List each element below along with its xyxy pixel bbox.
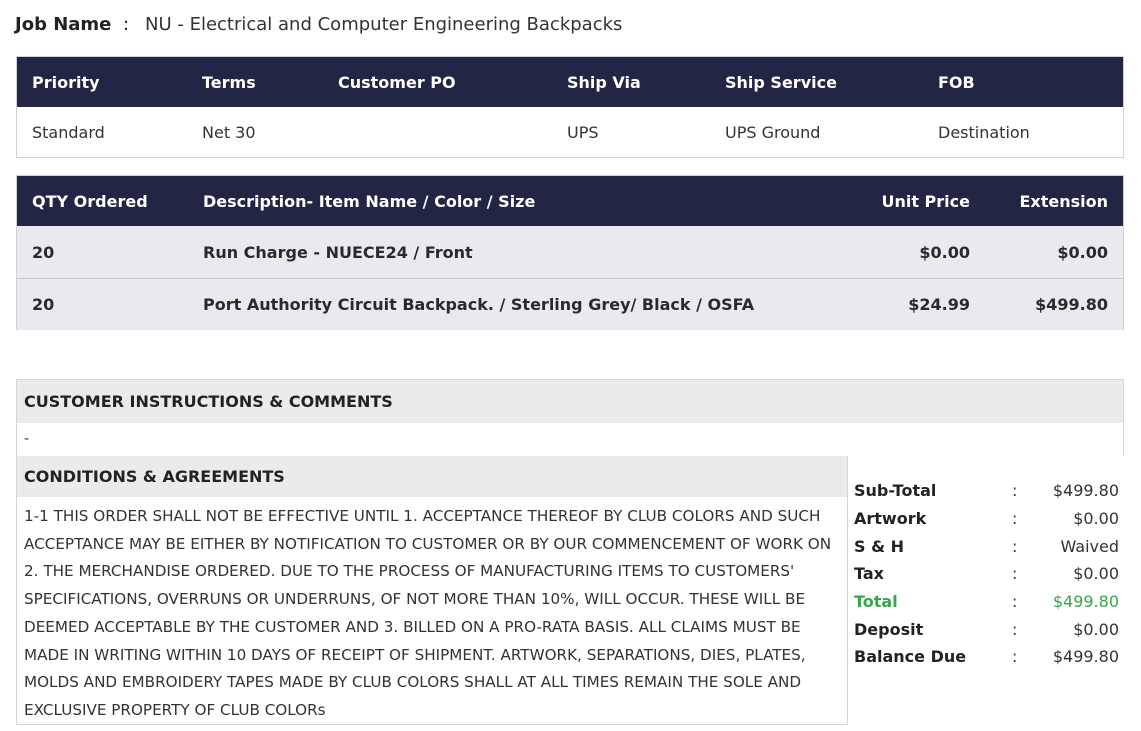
item-unit-price: $0.00 <box>919 242 970 262</box>
artwork-row: Artwork : $0.00 <box>854 504 1119 532</box>
instructions-and-conditions-panel: CUSTOMER INSTRUCTIONS & COMMENTS - CONDI… <box>16 379 1124 725</box>
total-row: Total : $499.80 <box>854 587 1119 615</box>
balance-due-row: Balance Due : $499.80 <box>854 642 1119 670</box>
deposit-colon: : <box>1012 619 1018 639</box>
conditions-text: 1-1 THIS ORDER SHALL NOT BE EFFECTIVE UN… <box>24 507 832 719</box>
conditions-title: CONDITIONS & AGREEMENTS <box>17 456 847 497</box>
item-description: Port Authority Circuit Backpack. / Sterl… <box>203 295 755 314</box>
item-description: Run Charge - NUECE24 / Front <box>203 242 473 262</box>
item-extension: $0.00 <box>1057 242 1108 262</box>
shipping-handling-row: S & H : Waived <box>854 532 1119 560</box>
shipping-handling-value: Waived <box>1060 536 1119 556</box>
artwork-value: $0.00 <box>1073 508 1119 528</box>
shipping-handling-label: S & H <box>854 536 905 556</box>
header-extension: Extension <box>1019 191 1108 211</box>
header-terms: Terms <box>202 72 256 92</box>
ship-via-value: UPS <box>567 122 599 142</box>
job-name-value: NU - Electrical and Computer Engineering… <box>145 14 623 35</box>
subtotal-row: Sub-Total : $499.80 <box>854 476 1119 504</box>
header-priority: Priority <box>32 72 100 92</box>
item-extension: $499.80 <box>1035 295 1108 314</box>
tax-label: Tax <box>854 563 884 583</box>
header-ship-via: Ship Via <box>567 72 641 92</box>
priority-value: Standard <box>32 122 105 142</box>
terms-value: Net 30 <box>202 122 256 142</box>
order-info-header-row: Priority Terms Customer PO Ship Via Ship… <box>17 57 1123 107</box>
tax-colon: : <box>1012 563 1018 583</box>
balance-due-colon: : <box>1012 646 1018 666</box>
deposit-value: $0.00 <box>1073 619 1119 639</box>
customer-instructions-title: CUSTOMER INSTRUCTIONS & COMMENTS <box>17 380 1123 423</box>
header-customer-po: Customer PO <box>338 72 456 92</box>
header-fob: FOB <box>938 72 975 92</box>
deposit-row: Deposit : $0.00 <box>854 615 1119 643</box>
totals-panel: Sub-Total : $499.80 Artwork : $0.00 S & … <box>847 456 1124 725</box>
table-row: 20 Run Charge - NUECE24 / Front $0.00 $0… <box>17 226 1123 278</box>
total-label: Total <box>854 591 898 611</box>
line-items-table: QTY Ordered Description- Item Name / Col… <box>16 175 1124 330</box>
tax-value: $0.00 <box>1073 563 1119 583</box>
total-value: $499.80 <box>1052 591 1119 611</box>
fob-value: Destination <box>938 122 1030 142</box>
table-row: 20 Port Authority Circuit Backpack. / St… <box>17 278 1123 330</box>
header-ship-service: Ship Service <box>725 72 837 92</box>
line-items-header-row: QTY Ordered Description- Item Name / Col… <box>17 176 1123 226</box>
subtotal-colon: : <box>1012 480 1018 500</box>
subtotal-label: Sub-Total <box>854 480 937 500</box>
item-unit-price: $24.99 <box>908 295 970 314</box>
order-info-table: Priority Terms Customer PO Ship Via Ship… <box>16 56 1124 158</box>
shipping-handling-colon: : <box>1012 536 1018 556</box>
item-qty: 20 <box>32 295 55 314</box>
header-qty-ordered: QTY Ordered <box>32 191 148 211</box>
artwork-label: Artwork <box>854 508 927 528</box>
header-description: Description- Item Name / Color / Size <box>203 191 536 211</box>
job-name-colon: : <box>123 14 130 35</box>
ship-service-value: UPS Ground <box>725 122 821 142</box>
job-name-line: Job Name : NU - Electrical and Computer … <box>15 12 622 38</box>
artwork-colon: : <box>1012 508 1018 528</box>
tax-row: Tax : $0.00 <box>854 559 1119 587</box>
header-unit-price: Unit Price <box>881 191 970 211</box>
customer-instructions-body: - <box>24 431 30 447</box>
item-qty: 20 <box>32 242 55 262</box>
balance-due-label: Balance Due <box>854 646 967 666</box>
total-colon: : <box>1012 591 1018 611</box>
subtotal-value: $499.80 <box>1052 480 1119 500</box>
balance-due-value: $499.80 <box>1052 646 1119 666</box>
order-info-row: Standard Net 30 UPS UPS Ground Destinati… <box>17 107 1123 157</box>
job-name-label: Job Name <box>15 14 112 35</box>
deposit-label: Deposit <box>854 619 924 639</box>
